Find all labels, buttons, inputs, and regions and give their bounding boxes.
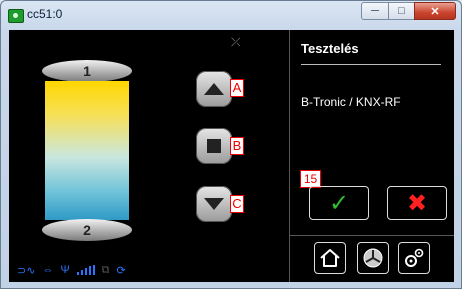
cross-icon: ✖ [406,189,428,217]
blind-position-column [45,81,129,220]
up-arrow-icon [204,83,224,95]
up-button-tag: A [230,79,244,97]
up-button[interactable] [196,71,232,107]
app-icon [8,9,24,23]
blind-top-label: 1 [83,63,91,79]
signal-icon [76,265,95,275]
blind-bottom-cap: 2 [42,219,132,241]
stop-button-tag: B [230,137,244,155]
bottom-divider [290,235,454,236]
minimize-button[interactable]: ─ [361,2,389,20]
panel-divider [289,30,290,282]
link-icon: ⊃∿ [17,264,36,277]
maximize-button[interactable]: □ [388,2,415,20]
down-button-tag: C [230,195,244,213]
drag-grip-icon: ⤫ [231,35,241,49]
stop-button[interactable] [196,128,232,164]
title-bar[interactable]: cc51:0 ─ □ ✕ [1,1,461,29]
down-arrow-icon [204,198,224,210]
confirm-button[interactable]: ✓ [309,186,369,220]
network-icon: ⧉ [101,263,110,276]
fan-button[interactable] [357,242,389,274]
antenna-icon: Ψ [60,264,70,276]
check-icon: ✓ [328,189,350,217]
panel-title: Tesztelés [301,41,359,56]
gears-icon [405,248,424,267]
blind-top-cap: 1 [42,60,132,82]
close-button[interactable]: ✕ [414,2,456,20]
window-title: cc51:0 [27,7,63,21]
stop-icon [207,139,221,153]
refresh-icon[interactable]: ⟳ [117,264,126,277]
app-window: cc51:0 ─ □ ✕ ⤫ 1 2 A B C Tesztelés B-Tro… [0,0,462,289]
device-screen: ⤫ 1 2 A B C Tesztelés B-Tronic / KNX-RF … [9,30,454,282]
blind-bottom-label: 2 [83,222,91,238]
home-icon [320,249,340,267]
title-rule [301,64,441,65]
fan-icon [363,248,383,268]
cancel-button[interactable]: ✖ [387,186,447,220]
down-button[interactable] [196,186,232,222]
device-type-label: B-Tronic / KNX-RF [301,95,401,109]
status-bar: ⊃∿ ⇔ Ψ ⧉ ⟳ [17,262,126,278]
settings-button[interactable] [398,242,430,274]
home-button[interactable] [314,242,346,274]
connector-icon: ⇔ [42,264,54,276]
